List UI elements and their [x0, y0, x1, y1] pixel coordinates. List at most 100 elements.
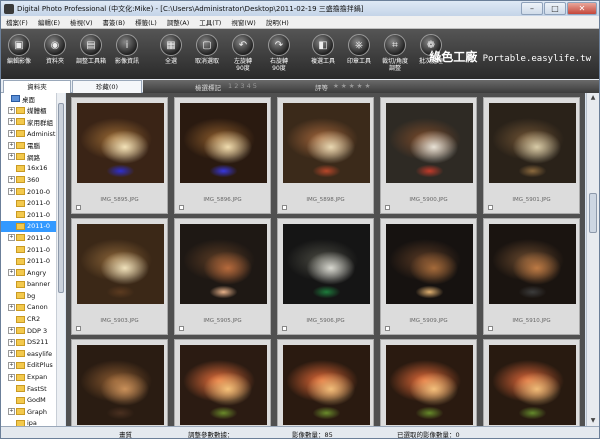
thumbnail-image[interactable] — [386, 103, 473, 183]
thumbnail-image[interactable] — [489, 345, 576, 425]
tree-item[interactable]: + 媒體櫃 — [1, 105, 64, 117]
menu-item[interactable]: 視窗(W) — [226, 17, 261, 27]
expand-toggle-icon[interactable]: + — [8, 141, 15, 149]
thumbnail-checkbox[interactable] — [488, 205, 493, 210]
thumbnail-image[interactable] — [489, 103, 576, 183]
expand-toggle-icon[interactable]: + — [8, 130, 15, 138]
thumbnail[interactable]: IMG_5905.JPG — [174, 218, 271, 335]
thumbnail[interactable]: IMG_5900.JPG — [380, 97, 477, 214]
tree-item[interactable]: + DDP 3 — [1, 325, 64, 337]
thumbnail-image[interactable] — [180, 345, 267, 425]
thumbnail[interactable] — [483, 339, 580, 426]
thumbnail-checkbox[interactable] — [488, 326, 493, 331]
toolbar-button[interactable]: ◉ 資料夾 — [37, 29, 73, 79]
toolbar-button[interactable]: ▢ 取消選取 — [189, 29, 225, 79]
expand-toggle-icon[interactable]: + — [8, 373, 15, 381]
tree-item[interactable]: + Expan — [1, 371, 64, 383]
tree-item[interactable]: +360 — [1, 174, 64, 186]
thumbnail[interactable] — [380, 339, 477, 426]
expand-toggle-icon[interactable]: + — [8, 153, 15, 161]
expand-toggle-icon[interactable]: + — [8, 269, 15, 277]
thumbnail[interactable] — [174, 339, 271, 426]
expand-toggle-icon[interactable]: + — [8, 303, 15, 311]
menu-item[interactable]: 檔案(F) — [1, 17, 33, 27]
tree-item[interactable]: + Canon — [1, 302, 64, 314]
thumbnail-checkbox[interactable] — [282, 326, 287, 331]
thumbnail-checkbox[interactable] — [76, 326, 81, 331]
toolbar-button[interactable]: ▦ 全選 — [153, 29, 189, 79]
toolbar-button[interactable]: ⌗ 裁切/角度 調整 — [377, 29, 413, 79]
thumbnail-image[interactable] — [77, 103, 164, 183]
menu-item[interactable]: 書簽(B) — [98, 17, 131, 27]
expand-toggle-icon[interactable]: + — [8, 327, 15, 335]
tree-item[interactable]: FastSt — [1, 383, 64, 395]
thumbnail-image[interactable] — [283, 345, 370, 425]
tree-item[interactable]: +2011-0 — [1, 232, 64, 244]
grid-scrollbar[interactable]: ▲ ▼ — [586, 93, 599, 426]
thumbnail-image[interactable] — [283, 224, 370, 304]
menu-item[interactable]: 調整(A) — [162, 17, 195, 27]
thumbnail-image[interactable] — [283, 103, 370, 183]
maximize-button[interactable]: □ — [544, 2, 566, 15]
thumbnail[interactable]: IMG_5906.JPG — [277, 218, 374, 335]
tree-item[interactable]: +2010-0 — [1, 186, 64, 198]
rating-stars[interactable]: ★ ★ ★ ★ ★ — [333, 82, 370, 90]
toolbar-button[interactable]: ↶ 左旋轉 90度 — [225, 29, 261, 79]
thumbnail-checkbox[interactable] — [282, 205, 287, 210]
tree-item[interactable]: + EditPlus — [1, 360, 64, 372]
expand-toggle-icon[interactable]: + — [8, 106, 15, 114]
tree-item[interactable]: + Angry — [1, 267, 64, 279]
thumbnail[interactable]: IMG_5903.JPG — [71, 218, 168, 335]
tree-item[interactable]: bg — [1, 290, 64, 302]
tree-item[interactable]: +Administrator — [1, 128, 64, 140]
tree-item[interactable]: 2011-0 — [1, 244, 64, 256]
thumbnail-checkbox[interactable] — [179, 326, 184, 331]
menu-item[interactable]: 編輯(E) — [33, 17, 65, 27]
scroll-down-icon[interactable]: ▼ — [589, 417, 597, 425]
tree-item[interactable]: 2011-0 — [1, 220, 64, 233]
menu-item[interactable]: 標籤(L) — [130, 17, 162, 27]
toolbar-button[interactable]: ↷ 右旋轉 90度 — [261, 29, 297, 79]
tree-scrollbar[interactable] — [56, 93, 65, 426]
tree-item[interactable]: + 網路 — [1, 151, 64, 163]
thumbnail[interactable]: IMG_5896.JPG — [174, 97, 271, 214]
expand-toggle-icon[interactable]: + — [8, 408, 15, 416]
toolbar-button[interactable]: ⎈ 印章工具 — [341, 29, 377, 79]
menu-item[interactable]: 說明(H) — [261, 17, 294, 27]
thumbnail-checkbox[interactable] — [385, 205, 390, 210]
thumbnail-image[interactable] — [77, 224, 164, 304]
expand-toggle-icon[interactable]: + — [8, 118, 15, 126]
toolbar-button[interactable]: ◧ 複選工具 — [305, 29, 341, 79]
tree-item[interactable]: 16x16 — [1, 163, 64, 175]
thumbnail-image[interactable] — [77, 345, 164, 425]
thumbnail-image[interactable] — [489, 224, 576, 304]
thumbnail[interactable]: IMG_5910.JPG — [483, 218, 580, 335]
tree-item[interactable]: banner — [1, 279, 64, 291]
grid-scroll-thumb[interactable] — [589, 193, 597, 233]
tree-scroll-thumb[interactable] — [58, 103, 64, 293]
toolbar-button[interactable]: i 影像資訊 — [109, 29, 145, 79]
expand-toggle-icon[interactable]: + — [8, 361, 15, 369]
thumbnail-checkbox[interactable] — [179, 205, 184, 210]
menu-item[interactable]: 檢視(V) — [65, 17, 98, 27]
minimize-button[interactable]: – — [521, 2, 543, 15]
expand-toggle-icon[interactable]: + — [8, 176, 15, 184]
tree-item[interactable]: 2011-0 — [1, 197, 64, 209]
tree-item[interactable]: 2011-0 — [1, 255, 64, 267]
expand-toggle-icon[interactable]: + — [8, 350, 15, 358]
thumbnail-image[interactable] — [386, 345, 473, 425]
tree-item[interactable]: + DS211 — [1, 336, 64, 348]
tree-item[interactable]: + easylife — [1, 348, 64, 360]
expand-toggle-icon[interactable]: + — [8, 338, 15, 346]
tree-item[interactable]: CR2 — [1, 313, 64, 325]
toolbar-button[interactable]: ▣ 編輯影像 — [1, 29, 37, 79]
check-mark-numbers[interactable]: 1 2 3 4 5 — [228, 82, 257, 90]
tab-folder[interactable]: 資料夾 — [3, 80, 71, 93]
tree-item[interactable]: 桌面 — [1, 93, 64, 105]
menu-item[interactable]: 工具(T) — [194, 17, 226, 27]
close-button[interactable]: ✕ — [567, 2, 597, 15]
thumbnail-image[interactable] — [180, 103, 267, 183]
tree-item[interactable]: + 家用群組 — [1, 116, 64, 128]
toolbar-button[interactable]: ▤ 調整工具箱 — [73, 29, 109, 79]
tree-item[interactable]: 2011-0 — [1, 209, 64, 221]
